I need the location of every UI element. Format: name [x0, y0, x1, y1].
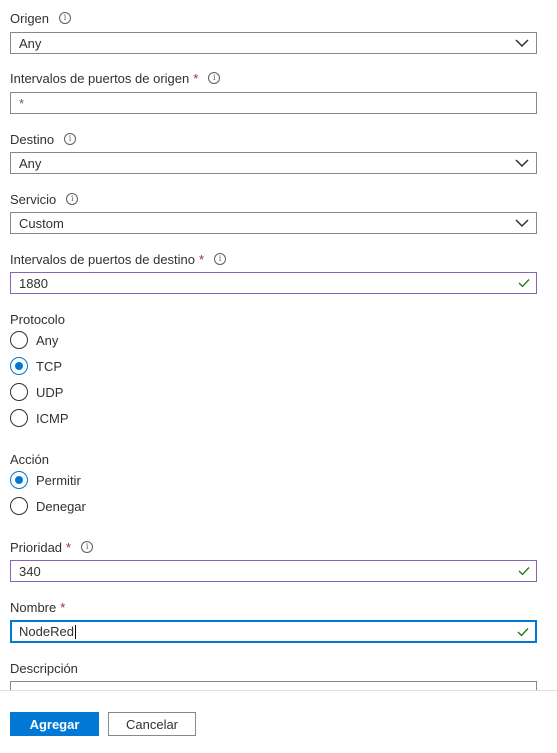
radio-button[interactable] — [10, 497, 28, 515]
required-mark: * — [66, 539, 72, 555]
prioridad-label-row: Prioridad * i — [10, 538, 94, 556]
protocolo-label-row: Protocolo — [10, 310, 65, 328]
puertos-origen-placeholder: * — [19, 95, 25, 111]
required-mark: * — [60, 599, 66, 615]
required-mark: * — [199, 251, 205, 267]
info-icon[interactable]: i — [81, 541, 94, 553]
descripcion-label: Descripción — [10, 660, 78, 676]
servicio-label-row: Servicio i — [10, 190, 79, 208]
info-icon[interactable]: i — [208, 72, 221, 84]
nombre-value: NodeRed — [19, 623, 74, 639]
origen-value: Any — [19, 35, 42, 51]
nombre-label: Nombre — [10, 599, 57, 615]
info-icon[interactable]: i — [66, 193, 79, 205]
servicio-value: Custom — [19, 215, 64, 231]
add-button[interactable]: Agregar — [10, 712, 99, 736]
servicio-label: Servicio — [10, 191, 57, 207]
protocolo-option-udp[interactable]: UDP — [10, 382, 63, 402]
destino-dropdown[interactable]: Any — [10, 152, 537, 174]
info-icon[interactable]: i — [64, 133, 77, 145]
nombre-value-wrap: NodeRed — [19, 624, 517, 640]
checkmark-icon — [518, 279, 530, 288]
prioridad-value: 340 — [19, 563, 41, 579]
radio-label: UDP — [36, 384, 64, 400]
chevron-down-icon — [515, 38, 529, 47]
radio-button-checked[interactable] — [10, 357, 28, 375]
puertos-origen-label-row: Intervalos de puertos de origen * i — [10, 69, 221, 87]
servicio-dropdown[interactable]: Custom — [10, 212, 537, 234]
accion-option-denegar[interactable]: Denegar — [10, 496, 86, 516]
text-cursor — [74, 625, 76, 640]
radio-label: Any — [36, 332, 59, 348]
origen-label: Origen — [10, 10, 50, 26]
prioridad-label: Prioridad — [10, 539, 63, 555]
destino-label: Destino — [10, 131, 55, 147]
cancel-button[interactable]: Cancelar — [108, 712, 196, 736]
puertos-destino-value: 1880 — [19, 275, 48, 291]
protocolo-option-any[interactable]: Any — [10, 330, 58, 350]
accion-option-permitir[interactable]: Permitir — [10, 470, 81, 490]
destino-label-row: Destino i — [10, 130, 77, 148]
radio-label: ICMP — [36, 410, 69, 426]
radio-label: TCP — [36, 358, 62, 374]
puertos-destino-label-row: Intervalos de puertos de destino * i — [10, 250, 227, 268]
destino-value: Any — [19, 155, 42, 171]
action-footer: Agregar Cancelar — [0, 690, 557, 753]
protocolo-option-tcp[interactable]: TCP — [10, 356, 62, 376]
prioridad-input[interactable]: 340 — [10, 560, 537, 582]
info-icon[interactable]: i — [59, 12, 72, 24]
form-scroll-area[interactable]: Origen i Any Intervalos de puertos de or… — [0, 0, 557, 690]
nombre-input[interactable]: NodeRed — [10, 620, 537, 643]
checkmark-icon — [518, 567, 530, 576]
origen-dropdown[interactable]: Any — [10, 32, 537, 54]
puertos-origen-input[interactable]: * — [10, 92, 537, 114]
descripcion-textarea[interactable] — [10, 681, 537, 690]
info-icon[interactable]: i — [214, 253, 227, 265]
chevron-down-icon — [515, 158, 529, 167]
radio-button[interactable] — [10, 331, 28, 349]
radio-button[interactable] — [10, 383, 28, 401]
protocolo-label: Protocolo — [10, 311, 65, 327]
radio-label: Denegar — [36, 498, 86, 514]
protocolo-option-icmp[interactable]: ICMP — [10, 408, 69, 428]
radio-label: Permitir — [36, 472, 81, 488]
radio-button-checked[interactable] — [10, 471, 28, 489]
required-mark: * — [193, 70, 199, 86]
accion-label: Acción — [10, 451, 50, 467]
puertos-destino-input[interactable]: 1880 — [10, 272, 537, 294]
nombre-label-row: Nombre * — [10, 598, 65, 616]
radio-button[interactable] — [10, 409, 28, 427]
checkmark-icon — [517, 627, 529, 636]
puertos-origen-label: Intervalos de puertos de origen — [10, 70, 190, 86]
chevron-down-icon — [515, 218, 529, 227]
puertos-destino-label: Intervalos de puertos de destino — [10, 251, 196, 267]
origen-label-row: Origen i — [10, 9, 72, 27]
descripcion-label-row: Descripción — [10, 659, 78, 677]
accion-label-row: Acción — [10, 450, 49, 468]
